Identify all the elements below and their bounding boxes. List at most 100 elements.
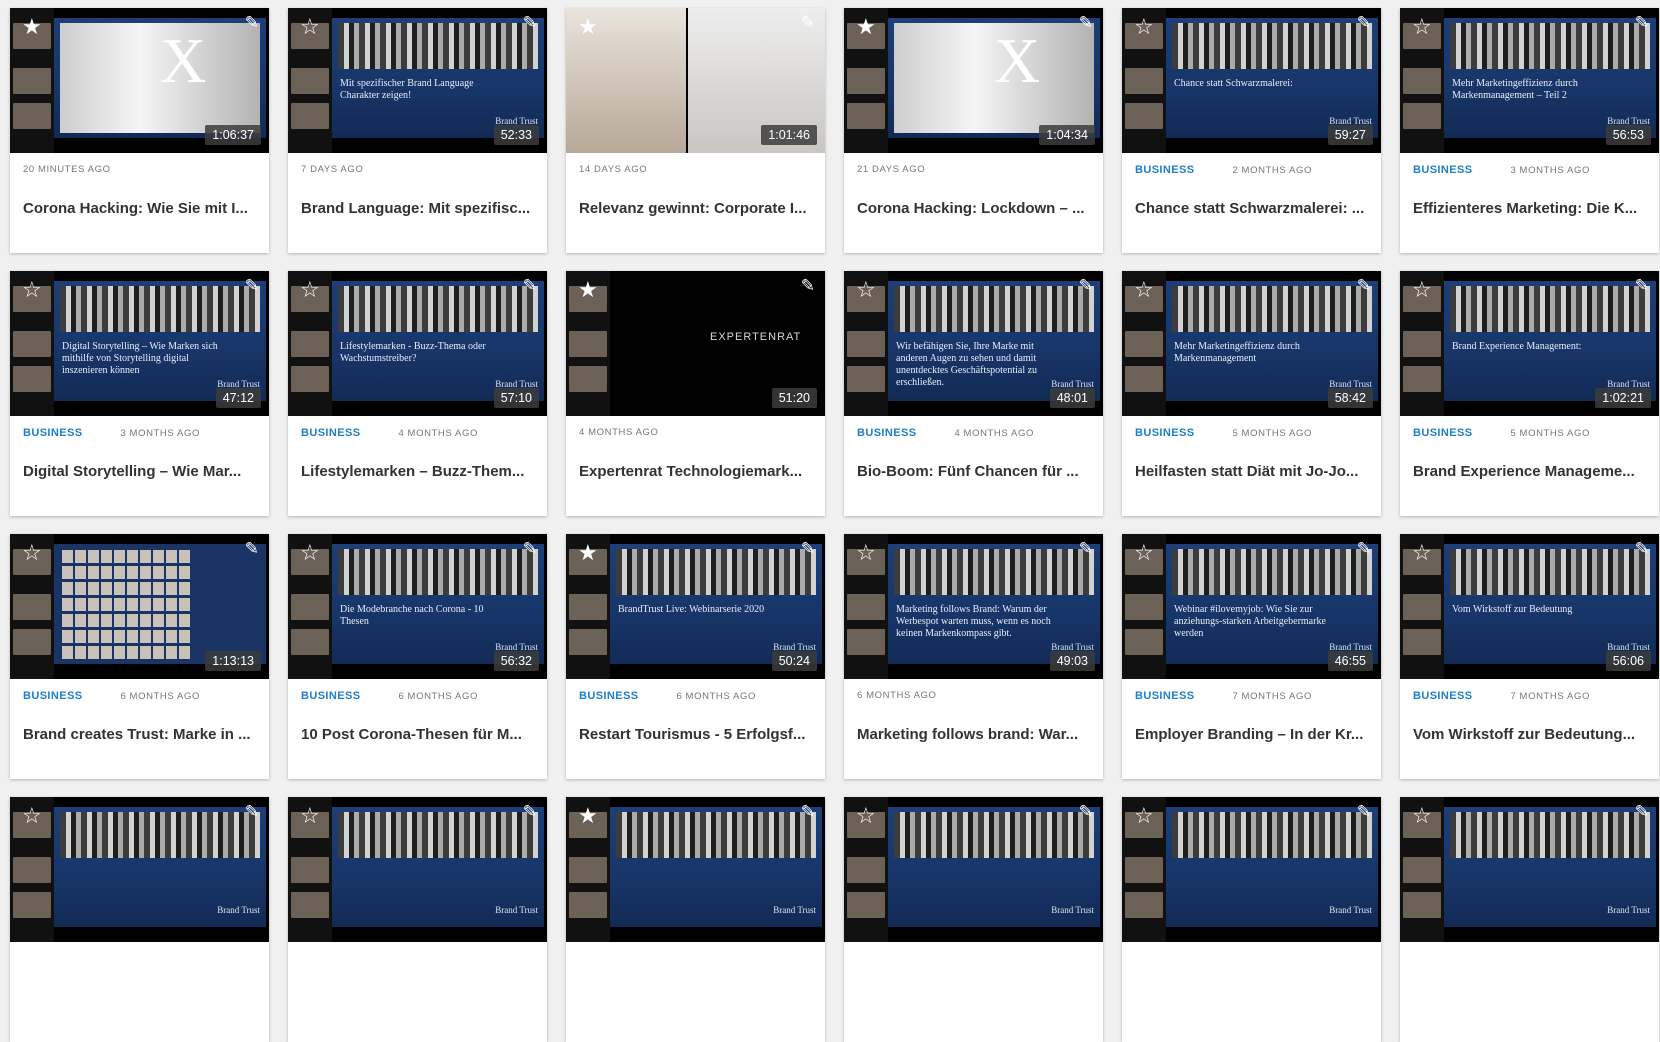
star-icon[interactable]: ☆	[300, 279, 320, 301]
pencil-icon[interactable]: ✎	[1357, 277, 1371, 294]
star-icon[interactable]: ☆	[856, 542, 876, 564]
pencil-icon[interactable]: ✎	[1079, 14, 1093, 31]
video-card[interactable]: Brand Trust ☆ ✎	[844, 797, 1103, 1042]
pencil-icon[interactable]: ✎	[523, 803, 537, 820]
pencil-icon[interactable]: ✎	[245, 277, 259, 294]
video-thumbnail[interactable]: Brand Trust ☆ ✎	[1400, 797, 1659, 942]
category-label[interactable]: BUSINESS	[301, 690, 360, 702]
pencil-icon[interactable]: ✎	[523, 14, 537, 31]
video-card[interactable]: X ★ ✎ 1:06:37 20 MINUTES AGO Corona Hacking: …	[10, 8, 269, 253]
video-card[interactable]: Chance statt Schwarzmalerei: Brand Trust ☆…	[1122, 8, 1381, 253]
video-card[interactable]: X ★ ✎ 1:04:34 21 DAYS AGO Corona Hacking: Loc…	[844, 8, 1103, 253]
video-thumbnail[interactable]: Mehr Marketingeffizienz durch Markenmana…	[1400, 8, 1659, 153]
category-label[interactable]: BUSINESS	[579, 690, 638, 702]
video-thumbnail[interactable]: X ★ ✎ 1:04:34	[844, 8, 1103, 153]
star-icon[interactable]: ☆	[1134, 279, 1154, 301]
pencil-icon[interactable]: ✎	[1357, 803, 1371, 820]
star-icon[interactable]: ☆	[1412, 542, 1432, 564]
video-card[interactable]: Vom Wirkstoff zur Bedeutung Brand Trust ☆ ✎…	[1400, 534, 1659, 779]
video-title[interactable]: Heilfasten statt Diät mit Jo-Jo...	[1135, 463, 1368, 480]
pencil-icon[interactable]: ✎	[801, 803, 815, 820]
video-thumbnail[interactable]: Mehr Marketingeffizienz durch Markenmana…	[1122, 271, 1381, 416]
video-card[interactable]: Digital Storytelling – Wie Marken sich m…	[10, 271, 269, 516]
video-thumbnail[interactable]: Mit spezifischer Brand Language Charakte…	[288, 8, 547, 153]
video-card[interactable]: ☆ ✎ 1:13:13 BUSINESS 6 MONTHS AGO Brand creat…	[10, 534, 269, 779]
video-title[interactable]: Bio-Boom: Fünf Chancen für ...	[857, 463, 1090, 480]
video-card[interactable]: Webinar #ilovemyjob: Wie Sie zur anziehu…	[1122, 534, 1381, 779]
video-card[interactable]: Brand Trust ☆ ✎	[10, 797, 269, 1042]
category-label[interactable]: BUSINESS	[1413, 427, 1472, 439]
video-title[interactable]: 10 Post Corona-Thesen für M...	[301, 726, 534, 743]
video-thumbnail[interactable]: Vom Wirkstoff zur Bedeutung Brand Trust ☆ ✎…	[1400, 534, 1659, 679]
video-thumbnail[interactable]: Brand Trust ☆ ✎	[10, 797, 269, 942]
video-title[interactable]: Digital Storytelling – Wie Mar...	[23, 463, 256, 480]
star-icon[interactable]: ★	[578, 279, 598, 301]
video-thumbnail[interactable]: Digital Storytelling – Wie Marken sich m…	[10, 271, 269, 416]
star-icon[interactable]: ☆	[300, 805, 320, 827]
pencil-icon[interactable]: ✎	[1357, 540, 1371, 557]
video-card[interactable]: Brand Trust ☆ ✎	[1400, 797, 1659, 1042]
video-title[interactable]: Chance statt Schwarzmalerei: ...	[1135, 200, 1368, 217]
category-label[interactable]: BUSINESS	[857, 427, 916, 439]
video-thumbnail[interactable]: Brand Trust ★ ✎	[566, 797, 825, 942]
video-thumbnail[interactable]: Die Modebranche nach Corona - 10 Thesen B…	[288, 534, 547, 679]
video-title[interactable]: Relevanz gewinnt: Corporate I...	[579, 200, 812, 217]
star-icon[interactable]: ☆	[1412, 805, 1432, 827]
pencil-icon[interactable]: ✎	[1079, 277, 1093, 294]
video-thumbnail[interactable]: Brand Trust ☆ ✎	[1122, 797, 1381, 942]
pencil-icon[interactable]: ✎	[245, 540, 259, 557]
pencil-icon[interactable]: ✎	[245, 14, 259, 31]
video-thumbnail[interactable]: ☆ ✎ 1:13:13	[10, 534, 269, 679]
pencil-icon[interactable]: ✎	[523, 277, 537, 294]
video-card[interactable]: Brand Experience Management: Brand Trust ☆…	[1400, 271, 1659, 516]
video-card[interactable]: Brand Trust ☆ ✎	[288, 797, 547, 1042]
category-label[interactable]: BUSINESS	[1413, 164, 1472, 176]
star-icon[interactable]: ☆	[1412, 279, 1432, 301]
video-thumbnail[interactable]: EXPERTENRAT ★ ✎ 51:20	[566, 271, 825, 416]
video-title[interactable]: Brand creates Trust: Marke in ...	[23, 726, 256, 743]
pencil-icon[interactable]: ✎	[801, 277, 815, 294]
pencil-icon[interactable]: ✎	[1635, 540, 1649, 557]
video-card[interactable]: BrandTrust Live: Webinarserie 2020 Brand …	[566, 534, 825, 779]
star-icon[interactable]: ☆	[22, 279, 42, 301]
video-card[interactable]: Mit spezifischer Brand Language Charakte…	[288, 8, 547, 253]
video-thumbnail[interactable]: Brand Trust ☆ ✎	[288, 797, 547, 942]
video-title[interactable]: Restart Tourismus - 5 Erfolgsf...	[579, 726, 812, 743]
star-icon[interactable]: ☆	[300, 542, 320, 564]
pencil-icon[interactable]: ✎	[1357, 14, 1371, 31]
video-card[interactable]: Lifestylemarken - Buzz-Thema oder Wachst…	[288, 271, 547, 516]
video-card[interactable]: Die Modebranche nach Corona - 10 Thesen B…	[288, 534, 547, 779]
star-icon[interactable]: ☆	[856, 279, 876, 301]
video-title[interactable]: Effizienteres Marketing: Die K...	[1413, 200, 1646, 217]
star-icon[interactable]: ☆	[300, 16, 320, 38]
category-label[interactable]: BUSINESS	[1135, 427, 1194, 439]
video-thumbnail[interactable]: X ★ ✎ 1:06:37	[10, 8, 269, 153]
star-icon[interactable]: ★	[578, 805, 598, 827]
star-icon[interactable]: ☆	[856, 805, 876, 827]
video-thumbnail[interactable]: Marketing follows Brand: Warum der Werbe…	[844, 534, 1103, 679]
video-title[interactable]: Brand Language: Mit spezifisc...	[301, 200, 534, 217]
pencil-icon[interactable]: ✎	[1079, 803, 1093, 820]
video-card[interactable]: ★ ✎ 1:01:46 14 DAYS AGO Relevanz gewinnt: Co…	[566, 8, 825, 253]
star-icon[interactable]: ★	[578, 542, 598, 564]
video-card[interactable]: Mehr Marketingeffizienz durch Markenmana…	[1400, 8, 1659, 253]
pencil-icon[interactable]: ✎	[801, 14, 815, 31]
video-title[interactable]: Lifestylemarken – Buzz-Them...	[301, 463, 534, 480]
category-label[interactable]: BUSINESS	[1413, 690, 1472, 702]
video-title[interactable]: Employer Branding – In der Kr...	[1135, 726, 1368, 743]
pencil-icon[interactable]: ✎	[1635, 803, 1649, 820]
category-label[interactable]: BUSINESS	[1135, 164, 1194, 176]
pencil-icon[interactable]: ✎	[1635, 14, 1649, 31]
video-thumbnail[interactable]: ★ ✎ 1:01:46	[566, 8, 825, 153]
star-icon[interactable]: ☆	[1134, 805, 1154, 827]
video-title[interactable]: Expertenrat Technologiemark...	[579, 463, 812, 480]
video-title[interactable]: Brand Experience Manageme...	[1413, 463, 1646, 480]
category-label[interactable]: BUSINESS	[301, 427, 360, 439]
video-card[interactable]: Brand Trust ☆ ✎	[1122, 797, 1381, 1042]
video-thumbnail[interactable]: BrandTrust Live: Webinarserie 2020 Brand …	[566, 534, 825, 679]
pencil-icon[interactable]: ✎	[1079, 540, 1093, 557]
star-icon[interactable]: ★	[578, 16, 598, 38]
video-thumbnail[interactable]: Wir befähigen Sie, Ihre Marke mit andere…	[844, 271, 1103, 416]
video-thumbnail[interactable]: Lifestylemarken - Buzz-Thema oder Wachst…	[288, 271, 547, 416]
star-icon[interactable]: ★	[22, 16, 42, 38]
